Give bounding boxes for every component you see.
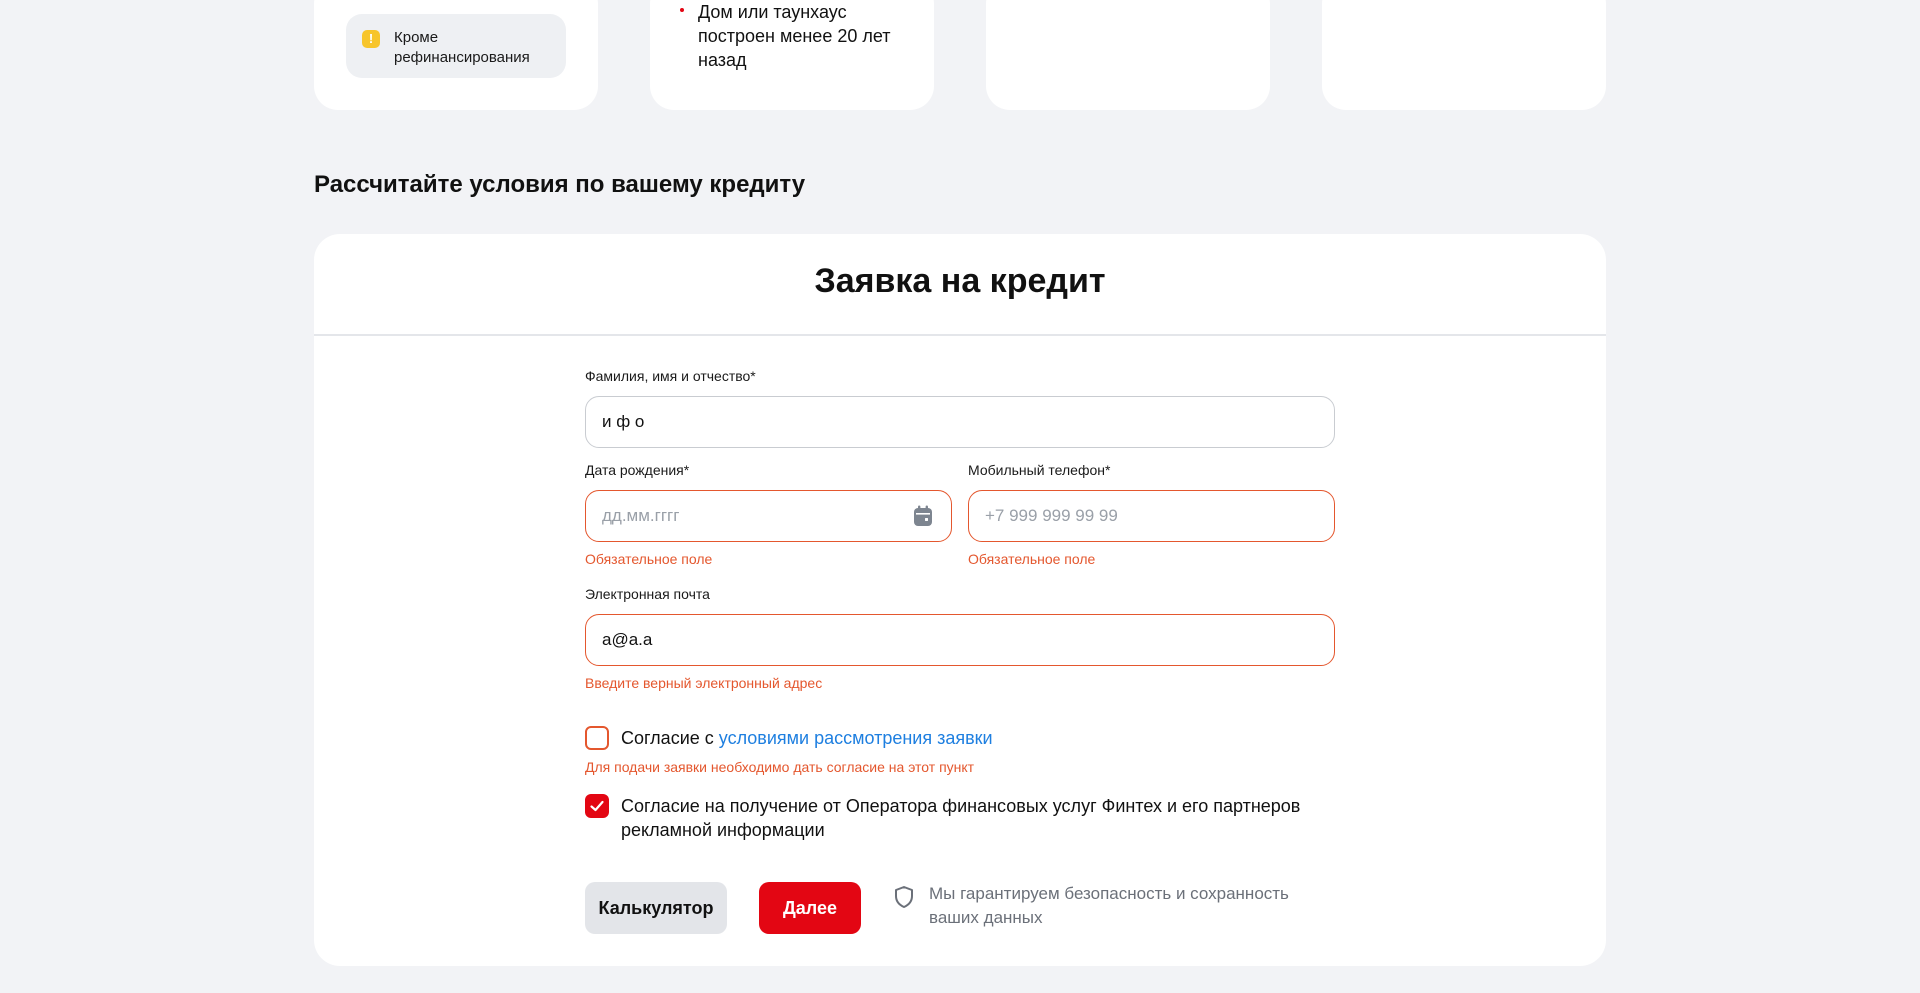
- next-button[interactable]: Далее: [759, 882, 861, 934]
- full-name-input[interactable]: и ф о: [585, 396, 1335, 448]
- phone-placeholder: +7 999 999 99 99: [985, 506, 1118, 525]
- consent-ads-checkbox[interactable]: [585, 794, 609, 818]
- email-value: a@a.a: [602, 630, 653, 649]
- bullet-text: Дом или таунхаус построен менее 20 лет н…: [698, 2, 891, 70]
- form-divider: [314, 334, 1606, 336]
- consent-terms-link[interactable]: условиями рассмотрения заявки: [719, 728, 993, 748]
- refinancing-notice: ! Кроме рефинансирования: [346, 14, 566, 78]
- calendar-icon[interactable]: [913, 505, 933, 527]
- consent-terms-error: Для подачи заявки необходимо дать соглас…: [585, 759, 975, 775]
- consent-terms-checkbox[interactable]: [585, 726, 609, 750]
- section-title: Рассчитайте условия по вашему кредиту: [314, 171, 806, 198]
- offer-card-2: Дом или таунхаус построен менее 20 лет н…: [650, 0, 934, 110]
- full-name-value: и ф о: [602, 412, 645, 431]
- phone-input[interactable]: +7 999 999 99 99: [968, 490, 1335, 542]
- birth-date-input[interactable]: дд.мм.гггг: [585, 490, 952, 542]
- consent-terms-prefix: Согласие с: [621, 728, 719, 748]
- email-label: Электронная почта: [585, 586, 710, 602]
- offer-bullet: Дом или таунхаус построен менее 20 лет н…: [680, 0, 918, 72]
- email-input[interactable]: a@a.a: [585, 614, 1335, 666]
- consent-terms-text: Согласие с условиями рассмотрения заявки: [621, 726, 993, 750]
- bullet-dot: [680, 8, 684, 12]
- consent-ads-text: Согласие на получение от Оператора финан…: [621, 796, 1301, 840]
- offer-card-3: [986, 0, 1270, 110]
- phone-label: Мобильный телефон*: [968, 462, 1111, 478]
- checkmark-icon: [590, 800, 604, 812]
- phone-error: Обязательное поле: [968, 551, 1096, 567]
- birth-date-error: Обязательное поле: [585, 551, 713, 567]
- birth-date-label: Дата рождения*: [585, 462, 690, 478]
- calculator-button[interactable]: Калькулятор: [585, 882, 727, 934]
- full-name-label: Фамилия, имя и отчество*: [585, 368, 756, 384]
- security-note: Мы гарантируем безопасность и сохранност…: [929, 884, 1289, 927]
- credit-application-form: Заявка на кредит Фамилия, имя и отчество…: [314, 234, 1606, 966]
- birth-date-placeholder: дд.мм.гггг: [602, 506, 680, 525]
- warning-icon: !: [362, 30, 380, 48]
- notice-text: Кроме рефинансирования: [394, 29, 530, 66]
- shield-icon: [895, 886, 913, 908]
- offer-card-4: [1322, 0, 1606, 110]
- offer-card-1: ! Кроме рефинансирования: [314, 0, 598, 110]
- email-error: Введите верный электронный адрес: [585, 675, 823, 691]
- form-title: Заявка на кредит: [814, 262, 1106, 300]
